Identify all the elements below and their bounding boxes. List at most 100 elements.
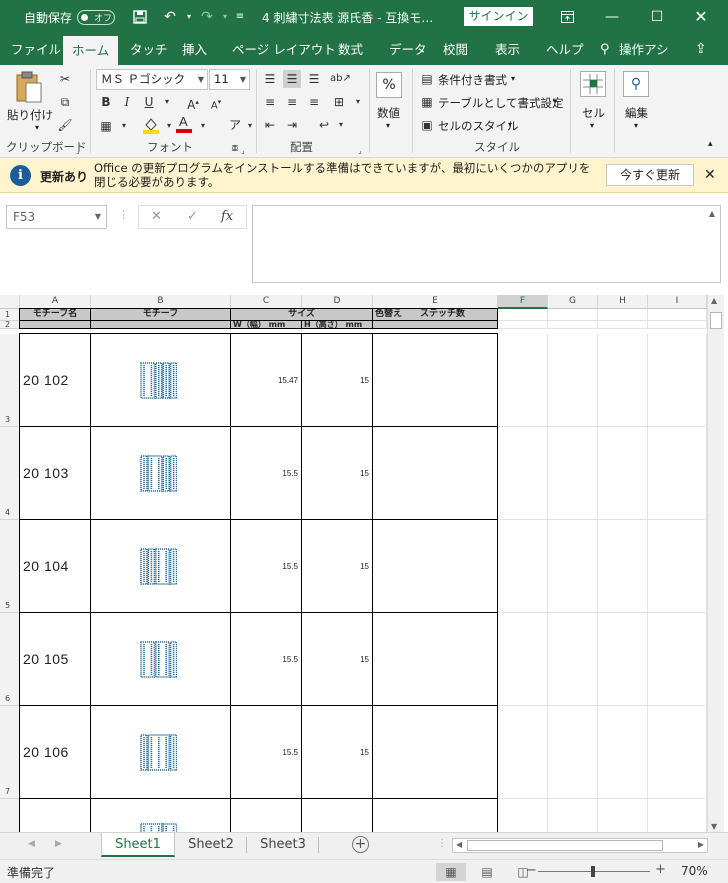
share-icon[interactable]: ⇪ (695, 34, 707, 65)
motif-image-cell[interactable] (90, 426, 231, 520)
row-header[interactable]: 6 (0, 613, 20, 706)
ribbon-display-options-icon[interactable] (556, 6, 578, 28)
orientation-icon[interactable]: ab↗ (330, 70, 351, 88)
scroll-thumb[interactable] (710, 312, 722, 329)
underline-dropdown-icon[interactable]: ▾ (158, 93, 176, 111)
page-layout-view-icon[interactable]: ▤ (472, 863, 502, 881)
header-blank[interactable] (90, 320, 231, 329)
scroll-left-icon[interactable]: ◀ (456, 840, 462, 849)
motif-name-cell[interactable]: 20 105 (19, 612, 91, 706)
empty-cell[interactable] (498, 613, 548, 706)
paste-icon[interactable] (14, 71, 44, 105)
vertical-scrollbar[interactable]: ▲ ▼ (707, 295, 724, 832)
empty-cell[interactable] (648, 520, 707, 613)
height-cell[interactable]: 15 (301, 426, 373, 520)
horizontal-scrollbar[interactable]: ◀ ▶ (452, 838, 708, 853)
align-left-icon[interactable]: ≡ (261, 93, 279, 111)
column-header-a[interactable]: A (20, 295, 91, 309)
close-icon[interactable]: ✕ (704, 167, 716, 183)
cells-icon[interactable] (580, 71, 606, 97)
font-size-combo[interactable]: 11 ▼ (209, 69, 250, 90)
update-now-button[interactable]: 今すぐ更新 (606, 164, 694, 186)
clipboard-launcher-icon[interactable]: ⌟ (76, 146, 80, 155)
motif-image-cell[interactable] (90, 612, 231, 706)
column-header-g[interactable]: G (548, 295, 598, 309)
row-header[interactable]: 2 (0, 321, 20, 329)
empty-cell[interactable] (498, 309, 548, 321)
column-header-c[interactable]: C (231, 295, 302, 309)
prev-sheet-icon[interactable]: ◀ (28, 839, 35, 849)
row-header[interactable]: 1 (0, 309, 20, 321)
row-header[interactable] (0, 799, 20, 832)
empty-cell[interactable] (548, 427, 598, 520)
motif-image-cell[interactable] (90, 798, 231, 832)
tab-home[interactable]: ホーム (63, 36, 119, 65)
scroll-down-icon[interactable]: ▼ (711, 822, 717, 831)
stitch-count-cell[interactable] (372, 333, 498, 427)
width-cell[interactable]: 15.47 (230, 333, 302, 427)
zoom-out-icon[interactable]: − (526, 863, 537, 878)
tab-formulas[interactable]: 数式 (338, 34, 363, 65)
copy-icon[interactable]: ⧉ (56, 93, 74, 111)
chevron-down-icon[interactable]: ▾ (553, 97, 557, 106)
tab-help[interactable]: ヘルプ (546, 34, 584, 65)
height-cell[interactable]: 15 (301, 519, 373, 613)
format-as-table-button[interactable]: テーブルとして書式設定 (438, 95, 563, 111)
header-width-mm[interactable]: W（幅） mm (230, 320, 302, 329)
header-height-mm[interactable]: H（高さ） mm (301, 320, 373, 329)
column-header-h[interactable]: H (598, 295, 648, 309)
motif-name-cell[interactable]: 20 104 (19, 519, 91, 613)
empty-cell[interactable] (598, 520, 648, 613)
font-launcher-icon[interactable]: ⌟ (241, 146, 245, 155)
worksheet-grid[interactable]: A B C D E F G H I 1 2 3 4 5 6 7 モチーフ名 モチーフ サイズ 色替え ステッチ数 W（幅… (0, 295, 728, 832)
empty-cell[interactable] (598, 321, 648, 329)
fill-color-icon[interactable] (142, 116, 160, 134)
wrap-text-icon[interactable]: ↩ (315, 116, 333, 134)
stitch-count-cell[interactable] (372, 798, 498, 832)
formula-input[interactable]: ▲ (252, 205, 721, 283)
borders-icon[interactable]: ▦ (97, 117, 115, 135)
increase-indent-icon[interactable]: ⇥ (283, 116, 301, 134)
empty-cell[interactable] (648, 799, 707, 832)
name-box[interactable]: F53 ▼ (6, 205, 107, 229)
tab-insert[interactable]: 挿入 (182, 34, 207, 65)
insert-function-icon[interactable]: fx (221, 209, 233, 224)
chevron-down-icon[interactable]: ▾ (508, 120, 512, 129)
empty-cell[interactable] (548, 334, 598, 427)
empty-cell[interactable] (598, 309, 648, 321)
column-header-e[interactable]: E (373, 295, 498, 309)
motif-image-cell[interactable] (90, 519, 231, 613)
empty-cell[interactable] (548, 799, 598, 832)
save-icon[interactable] (129, 6, 151, 28)
merge-dropdown-icon[interactable]: ▾ (349, 93, 367, 111)
normal-view-icon[interactable]: ▦ (436, 863, 466, 881)
height-cell[interactable] (301, 798, 373, 832)
empty-cell[interactable] (498, 427, 548, 520)
collapse-ribbon-icon[interactable]: ▴ (708, 139, 713, 149)
stitch-count-cell[interactable] (372, 426, 498, 520)
width-cell[interactable]: 15.5 (230, 519, 302, 613)
scroll-thumb[interactable] (467, 840, 663, 851)
align-right-icon[interactable]: ≡ (305, 93, 323, 111)
cell-styles-button[interactable]: セルのスタイル (438, 118, 519, 134)
select-all-corner[interactable] (0, 295, 20, 309)
empty-cell[interactable] (648, 334, 707, 427)
zoom-in-icon[interactable]: + (655, 862, 666, 877)
customize-quick-access-icon[interactable]: ≡ (229, 6, 251, 28)
embroidery-motif-image[interactable] (140, 548, 178, 585)
width-cell[interactable]: 15.5 (230, 426, 302, 520)
tab-file[interactable]: ファイル (11, 34, 61, 65)
header-blank[interactable] (19, 320, 91, 329)
underline-icon[interactable]: U (140, 93, 158, 111)
sheet-tab-2[interactable]: Sheet2 (176, 833, 246, 857)
height-cell[interactable]: 15 (301, 333, 373, 427)
align-bottom-icon[interactable]: ☰ (305, 70, 323, 88)
width-cell[interactable]: 15.5 (230, 705, 302, 799)
motif-name-cell[interactable] (19, 798, 91, 832)
empty-cell[interactable] (598, 427, 648, 520)
chevron-down-icon[interactable]: ▾ (511, 74, 515, 83)
editing-button[interactable]: 編集 (625, 105, 648, 121)
empty-cell[interactable] (648, 321, 707, 329)
embroidery-motif-image[interactable] (140, 734, 178, 771)
motif-name-cell[interactable]: 20 106 (19, 705, 91, 799)
